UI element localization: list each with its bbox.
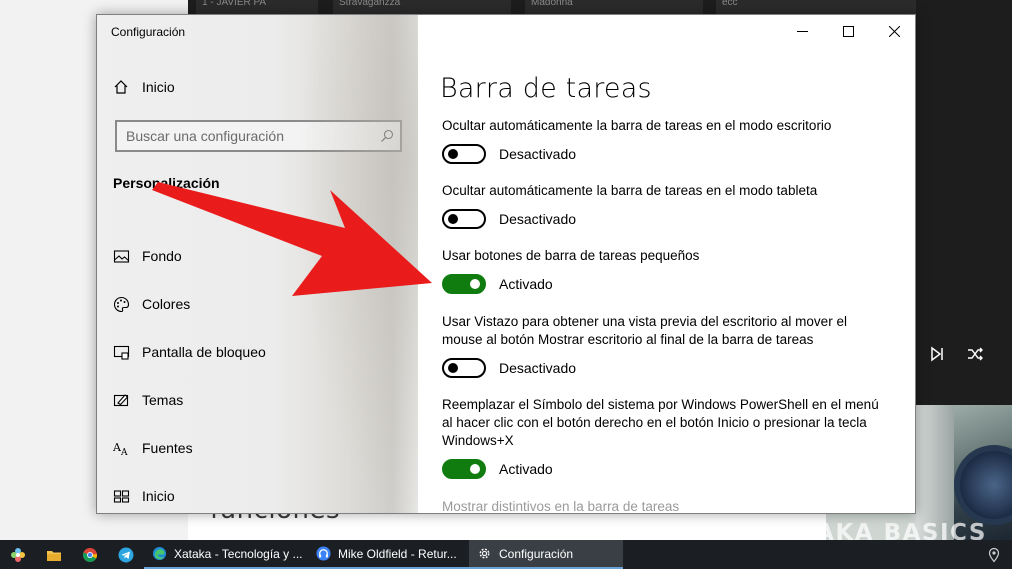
sidebar-item-fuentes[interactable]: AA Fuentes	[113, 424, 266, 472]
window-caption-buttons	[779, 15, 915, 47]
toggle-row[interactable]: Desactivado	[442, 209, 882, 229]
sidebar-item-fondo[interactable]: Fondo	[113, 232, 266, 280]
search-icon[interactable]	[380, 129, 394, 143]
background-strip: 1 - JAVIER PA	[196, 0, 318, 14]
nav-home[interactable]: Inicio	[113, 79, 175, 95]
taskbar-app-label: Configuración	[499, 546, 574, 561]
sidebar-item-inicio[interactable]: Inicio	[113, 472, 266, 513]
toggle-switch[interactable]	[442, 274, 486, 294]
settings-window: Configuración Inicio Personalización Fon…	[96, 14, 916, 514]
fonts-icon: AA	[113, 441, 128, 457]
image-icon	[113, 249, 130, 263]
toggle-row[interactable]: Activado	[442, 459, 882, 479]
section-heading: Personalización	[113, 175, 220, 191]
toggle-state: Desactivado	[499, 360, 577, 376]
sidebar-item-label: Fuentes	[142, 440, 193, 456]
background-player-controls	[916, 336, 1012, 372]
toggle-row[interactable]: Desactivado	[442, 144, 882, 164]
setting-small-buttons: Usar botones de barra de tareas pequeños…	[442, 247, 882, 294]
setting-autohide-tablet: Ocultar automáticamente la barra de tare…	[442, 182, 882, 229]
sidebar-item-label: Temas	[142, 392, 184, 408]
chrome-icon	[82, 547, 98, 562]
sidebar-item-label: Fondo	[142, 248, 182, 264]
telegram-icon	[118, 547, 134, 562]
close-button[interactable]	[871, 15, 915, 47]
skip-next-icon[interactable]	[928, 345, 946, 363]
setting-label: Reemplazar el Símbolo del sistema por Wi…	[442, 397, 879, 448]
sidebar-item-temas[interactable]: Temas	[113, 376, 266, 424]
taskbar-app-label: Xataka - Tecnología y ...	[174, 546, 303, 561]
taskbar-app-label: Mike Oldfield - Retur...	[338, 546, 457, 561]
chrome-button[interactable]	[72, 540, 108, 569]
page-title: Barra de tareas	[440, 73, 652, 104]
folder-icon	[47, 550, 61, 561]
start-button[interactable]	[0, 540, 36, 569]
maximize-button[interactable]	[825, 15, 871, 47]
sidebar-item-pantalla-bloqueo[interactable]: Pantalla de bloqueo	[113, 328, 266, 376]
toggle-switch[interactable]	[442, 209, 486, 229]
toggle-switch[interactable]	[442, 459, 486, 479]
setting-powershell: Reemplazar el Símbolo del sistema por Wi…	[442, 396, 882, 479]
sidebar-item-colores[interactable]: Colores	[113, 280, 266, 328]
minimize-button[interactable]	[779, 15, 825, 47]
background-strip: ecc	[716, 0, 916, 14]
toggle-state: Desactivado	[499, 146, 577, 162]
background-strip: Stravaganzza	[333, 0, 511, 14]
setting-autohide-desktop: Ocultar automáticamente la barra de tare…	[442, 117, 882, 164]
start-icon	[113, 489, 130, 503]
setting-peek: Usar Vistazo para obtener una vista prev…	[442, 313, 882, 378]
setting-label: Usar Vistazo para obtener una vista prev…	[442, 314, 847, 347]
location-pin-icon	[988, 547, 1000, 562]
settings-content: Barra de tareas Ocultar automáticamente …	[418, 15, 915, 514]
home-icon	[114, 80, 128, 94]
setting-label: Ocultar automáticamente la barra de tare…	[442, 118, 832, 133]
taskbar: Xataka - Tecnología y ... Mike Oldfield …	[0, 540, 1012, 569]
sidebar-item-label: Colores	[142, 296, 191, 312]
taskbar-app-music[interactable]: Mike Oldfield - Retur...	[308, 540, 469, 569]
palette-icon	[113, 296, 130, 312]
toggle-state: Desactivado	[499, 211, 577, 227]
close-icon	[888, 25, 900, 37]
search-box[interactable]	[115, 120, 402, 152]
sidebar-item-label: Inicio	[142, 488, 175, 504]
sidebar-item-label: Pantalla de bloqueo	[142, 344, 266, 360]
maximize-icon	[842, 25, 854, 37]
taskbar-app-settings[interactable]: Configuración	[469, 540, 623, 569]
window-title: Configuración	[111, 25, 186, 39]
telegram-button[interactable]	[108, 540, 144, 569]
setting-label: Ocultar automáticamente la barra de tare…	[442, 183, 818, 198]
taskbar-app-edge[interactable]: Xataka - Tecnología y ...	[144, 540, 308, 569]
toggle-state: Activado	[499, 461, 553, 477]
nav-list: Fondo Colores Pantalla de bloqueo Temas …	[113, 232, 266, 513]
search-input[interactable]	[126, 128, 380, 144]
background-strip: Madonna	[525, 0, 703, 14]
toggle-row[interactable]: Desactivado	[442, 358, 882, 378]
themes-icon	[113, 393, 129, 406]
toggle-state: Activado	[499, 276, 553, 292]
svg-text:A: A	[120, 448, 128, 457]
edge-icon	[152, 546, 167, 561]
nav-home-label: Inicio	[142, 79, 175, 95]
setting-label: Usar botones de barra de tareas pequeños	[442, 248, 700, 263]
settings-gear-icon	[479, 548, 490, 559]
setting-badges-label: Mostrar distintivos en la barra de tarea…	[442, 499, 680, 514]
file-explorer-button[interactable]	[36, 540, 72, 569]
lock-screen-icon	[113, 345, 130, 360]
start-flower-icon	[11, 547, 25, 562]
minimize-icon	[796, 30, 808, 32]
shuffle-icon[interactable]	[966, 345, 984, 363]
settings-sidebar: Configuración Inicio Personalización Fon…	[97, 15, 418, 513]
toggle-switch[interactable]	[442, 358, 486, 378]
toggle-row[interactable]: Activado	[442, 274, 882, 294]
toggle-switch[interactable]	[442, 144, 486, 164]
location-button[interactable]	[976, 540, 1012, 569]
headphones-icon	[316, 546, 331, 561]
